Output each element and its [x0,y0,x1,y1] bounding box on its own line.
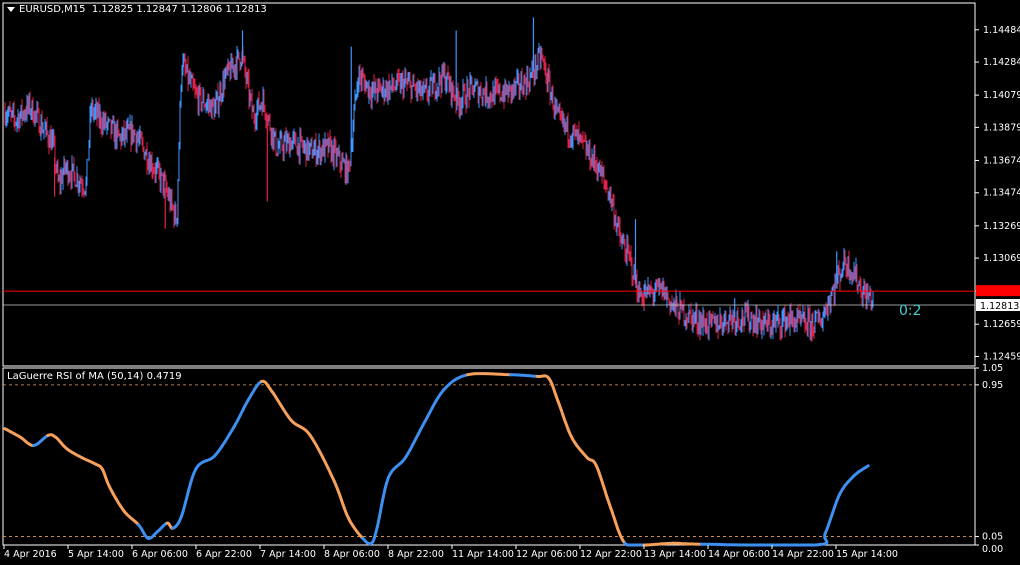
x-tick-label: 13 Apr 14:00 [644,549,706,560]
rsi-line-segment [699,542,818,547]
x-tick-label: 8 Apr 22:00 [388,549,444,560]
rsi-line-segment [108,486,126,513]
y-tick-label: 1.13879 [983,122,1020,133]
y-tick-label: 1.14079 [983,90,1020,101]
last-price-label: 1.12813 [980,301,1019,312]
indicator-y-tick-label: 0.00 [982,544,1003,555]
rsi-line-segment [671,541,703,546]
rsi-line-segment [585,455,598,468]
x-tick-label: 5 Apr 14:00 [68,549,124,560]
x-tick-label: 6 Apr 22:00 [196,549,252,560]
y-tick-label: 1.13069 [983,253,1020,264]
x-tick-label: 12 Apr 22:00 [580,549,642,560]
rsi-line-segment [404,420,427,459]
indicator-y-tick-label: 0.95 [982,380,1003,391]
y-tick-label: 1.13269 [983,221,1020,232]
rsi-line-segment [442,373,470,392]
rsi-line-segment [509,373,539,378]
rsi-line-segment [171,514,183,530]
rsi-line-segment [213,425,236,458]
ohlc-readout: 1.12825 1.12847 1.12806 1.12813 [91,4,267,15]
x-tick-label: 14 Apr 06:00 [708,549,770,560]
main-chart-frame [2,2,976,367]
indicator-y-tick-label: 0.05 [982,532,1003,543]
rsi-line-segment [194,454,217,471]
rsi-line-segment [547,376,560,404]
rsi-line-segment [289,418,312,437]
rsi-line-segment [535,374,551,380]
rsi-line-segment [32,433,50,447]
rsi-line-segment [823,492,842,535]
x-tick-label: 8 Apr 06:00 [324,549,380,560]
rsi-line-segment [18,435,36,447]
rsi-line-segment [369,526,379,545]
rsi-line-segment [423,388,446,424]
x-tick-label: 15 Apr 14:00 [836,549,898,560]
rsi-line-segment [146,530,160,540]
rsi-line-segment [54,435,69,451]
x-tick-label: 14 Apr 22:00 [772,549,834,560]
rsi-line-segment [852,464,870,478]
x-tick-label: 11 Apr 14:00 [452,549,514,560]
rsi-line-segment [79,455,98,466]
rsi-line-segment [346,516,365,540]
rsi-line-segment [122,509,140,527]
chart-canvas: 1.14484 1.14284 1.14079 1.13879 1.13674 1.134… [2,2,1020,560]
y-tick-label: 1.13674 [983,155,1020,166]
x-tick-label: 6 Apr 06:00 [132,549,188,560]
y-tick-label: 1.13474 [983,188,1020,199]
y-tick-label: 1.14284 [983,57,1020,68]
rsi-line-segment [375,476,390,530]
rsi-line-segment [3,427,22,439]
main-chart-header: EURUSD,M15 1.12825 1.12847 1.12806 1.128… [7,4,267,15]
rsi-line-segment [466,372,512,377]
rsi-line-segment [270,390,293,422]
rsi-line-segment [232,398,250,429]
symbol-label: EURUSD,M15 [19,4,86,15]
x-tick-label: 7 Apr 14:00 [260,549,316,560]
rsi-line-segment [570,435,589,459]
dropdown-triangle-icon[interactable] [7,6,15,12]
rsi-line-segment [814,531,829,547]
rsi-line-segment [100,467,112,490]
red-line-price-box [976,285,1020,297]
rsi-line-segment [180,467,198,518]
annotation-label: 0:2 [899,303,922,319]
rsi-line-segment [609,506,627,545]
rsi-line-segment [65,447,83,459]
x-tick-label: 12 Apr 06:00 [516,549,578,560]
rsi-line-segment [386,455,408,480]
x-tick-label: 4 Apr 2016 [4,549,57,560]
y-tick-label: 1.12459 [983,351,1020,362]
indicator-y-tick-label: 1.05 [982,363,1003,374]
rsi-line-segment [260,379,274,394]
rsi-line-segment [332,479,350,520]
rsi-line-segment [623,541,646,547]
rsi-line-segment [838,474,856,496]
y-tick-label: 1.12659 [983,319,1020,330]
rsi-line-segment [556,400,574,439]
rsi-line-segment [642,541,675,547]
rsi-line-segment [594,464,613,510]
rsi-line-segment [246,380,264,402]
y-tick-label: 1.14484 [983,25,1020,36]
indicator-header: LaGuerre RSI of MA (50,14) 0.4719 [7,371,182,382]
rsi-line-segment [308,433,336,483]
rsi-line-segment [156,521,169,533]
